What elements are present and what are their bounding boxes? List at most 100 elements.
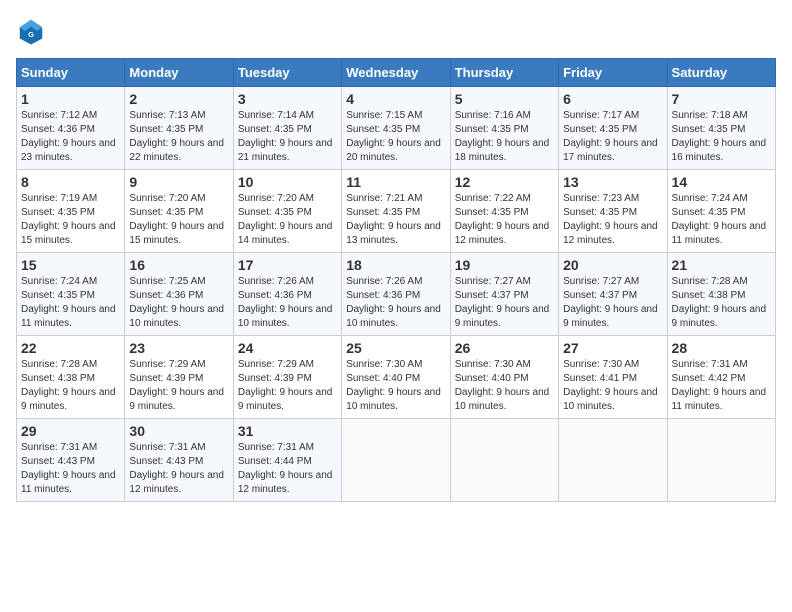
day-info: Sunrise: 7:31 AM Sunset: 4:43 PM Dayligh… <box>21 441 120 497</box>
day-number: 25 <box>346 340 445 356</box>
day-cell: 5Sunrise: 7:16 AM Sunset: 4:35 PM Daylig… <box>450 87 558 170</box>
day-cell: 15 Sunrise: 7:24 AM Sunset: 4:35 PM Dayli… <box>17 253 125 336</box>
day-number: 19 <box>455 257 554 273</box>
day-cell: 11Sunrise: 7:21 AM Sunset: 4:35 PM Dayli… <box>342 170 450 253</box>
day-number: 11 <box>346 174 445 190</box>
day-number: 15 <box>21 257 120 273</box>
day-info: Sunrise: 7:13 AM Sunset: 4:35 PM Dayligh… <box>129 109 228 165</box>
day-cell: 6 Sunrise: 7:17 AM Sunset: 4:35 PM Daylig… <box>559 87 667 170</box>
day-cell: 28 Sunrise: 7:31 AM Sunset: 4:42 PM Dayli… <box>667 336 775 419</box>
day-cell: 9 Sunrise: 7:20 AM Sunset: 4:35 PM Daylig… <box>125 170 233 253</box>
day-info: Sunrise: 7:31 AM Sunset: 4:44 PM Dayligh… <box>238 441 337 497</box>
day-info: Sunrise: 7:31 AM Sunset: 4:42 PM Dayligh… <box>672 358 771 414</box>
day-info: Sunrise: 7:26 AM Sunset: 4:36 PM Dayligh… <box>238 275 337 331</box>
day-cell: 10 Sunrise: 7:20 AM Sunset: 4:35 PM Dayli… <box>233 170 341 253</box>
day-number: 20 <box>563 257 662 273</box>
day-cell: 3Sunrise: 7:14 AM Sunset: 4:35 PM Daylig… <box>233 87 341 170</box>
day-number: 29 <box>21 423 120 439</box>
day-number: 3 <box>238 91 337 107</box>
day-cell: 12 Sunrise: 7:22 AM Sunset: 4:35 PM Dayli… <box>450 170 558 253</box>
day-cell: 4 Sunrise: 7:15 AM Sunset: 4:35 PM Daylig… <box>342 87 450 170</box>
day-number: 31 <box>238 423 337 439</box>
day-info: Sunrise: 7:20 AM Sunset: 4:35 PM Dayligh… <box>129 192 228 248</box>
week-row-3: 15 Sunrise: 7:24 AM Sunset: 4:35 PM Dayli… <box>17 253 776 336</box>
day-number: 2 <box>129 91 228 107</box>
day-cell <box>667 419 775 502</box>
day-number: 9 <box>129 174 228 190</box>
day-cell: 8 Sunrise: 7:19 AM Sunset: 4:35 PM Daylig… <box>17 170 125 253</box>
day-info: Sunrise: 7:27 AM Sunset: 4:37 PM Dayligh… <box>455 275 554 331</box>
day-info: Sunrise: 7:15 AM Sunset: 4:35 PM Dayligh… <box>346 109 445 165</box>
day-info: Sunrise: 7:18 AM Sunset: 4:35 PM Dayligh… <box>672 109 771 165</box>
col-header-wednesday: Wednesday <box>342 59 450 87</box>
col-header-thursday: Thursday <box>450 59 558 87</box>
day-cell: 1 Sunrise: 7:12 AM Sunset: 4:36 PM Daylig… <box>17 87 125 170</box>
day-number: 10 <box>238 174 337 190</box>
day-info: Sunrise: 7:19 AM Sunset: 4:35 PM Dayligh… <box>21 192 120 248</box>
day-number: 12 <box>455 174 554 190</box>
day-number: 6 <box>563 91 662 107</box>
day-number: 16 <box>129 257 228 273</box>
day-cell: 21Sunrise: 7:28 AM Sunset: 4:38 PM Dayli… <box>667 253 775 336</box>
day-number: 17 <box>238 257 337 273</box>
day-info: Sunrise: 7:29 AM Sunset: 4:39 PM Dayligh… <box>238 358 337 414</box>
day-cell: 16 Sunrise: 7:25 AM Sunset: 4:36 PM Dayli… <box>125 253 233 336</box>
logo: G <box>16 16 50 46</box>
day-info: Sunrise: 7:26 AM Sunset: 4:36 PM Dayligh… <box>346 275 445 331</box>
day-cell: 30 Sunrise: 7:31 AM Sunset: 4:43 PM Dayli… <box>125 419 233 502</box>
col-header-friday: Friday <box>559 59 667 87</box>
day-cell: 31 Sunrise: 7:31 AM Sunset: 4:44 PM Dayli… <box>233 419 341 502</box>
day-info: Sunrise: 7:23 AM Sunset: 4:35 PM Dayligh… <box>563 192 662 248</box>
day-number: 23 <box>129 340 228 356</box>
day-number: 30 <box>129 423 228 439</box>
day-cell: 2 Sunrise: 7:13 AM Sunset: 4:35 PM Daylig… <box>125 87 233 170</box>
col-header-sunday: Sunday <box>17 59 125 87</box>
svg-text:G: G <box>28 30 34 39</box>
day-info: Sunrise: 7:31 AM Sunset: 4:43 PM Dayligh… <box>129 441 228 497</box>
day-number: 8 <box>21 174 120 190</box>
day-info: Sunrise: 7:20 AM Sunset: 4:35 PM Dayligh… <box>238 192 337 248</box>
day-info: Sunrise: 7:16 AM Sunset: 4:35 PM Dayligh… <box>455 109 554 165</box>
day-info: Sunrise: 7:28 AM Sunset: 4:38 PM Dayligh… <box>21 358 120 414</box>
day-info: Sunrise: 7:30 AM Sunset: 4:40 PM Dayligh… <box>455 358 554 414</box>
day-info: Sunrise: 7:30 AM Sunset: 4:40 PM Dayligh… <box>346 358 445 414</box>
day-info: Sunrise: 7:25 AM Sunset: 4:36 PM Dayligh… <box>129 275 228 331</box>
day-cell: 25 Sunrise: 7:30 AM Sunset: 4:40 PM Dayli… <box>342 336 450 419</box>
day-cell: 26 Sunrise: 7:30 AM Sunset: 4:40 PM Dayli… <box>450 336 558 419</box>
header-row: SundayMondayTuesdayWednesdayThursdayFrid… <box>17 59 776 87</box>
day-info: Sunrise: 7:24 AM Sunset: 4:35 PM Dayligh… <box>672 192 771 248</box>
day-cell <box>559 419 667 502</box>
col-header-tuesday: Tuesday <box>233 59 341 87</box>
day-info: Sunrise: 7:12 AM Sunset: 4:36 PM Dayligh… <box>21 109 120 165</box>
day-info: Sunrise: 7:27 AM Sunset: 4:37 PM Dayligh… <box>563 275 662 331</box>
day-cell: 17 Sunrise: 7:26 AM Sunset: 4:36 PM Dayli… <box>233 253 341 336</box>
day-number: 13 <box>563 174 662 190</box>
header-section: G <box>16 16 776 46</box>
day-cell: 19 Sunrise: 7:27 AM Sunset: 4:37 PM Dayli… <box>450 253 558 336</box>
day-number: 28 <box>672 340 771 356</box>
calendar-table: SundayMondayTuesdayWednesdayThursdayFrid… <box>16 58 776 502</box>
day-number: 27 <box>563 340 662 356</box>
day-cell: 14Sunrise: 7:24 AM Sunset: 4:35 PM Dayli… <box>667 170 775 253</box>
day-number: 26 <box>455 340 554 356</box>
day-info: Sunrise: 7:24 AM Sunset: 4:35 PM Dayligh… <box>21 275 120 331</box>
day-number: 24 <box>238 340 337 356</box>
day-info: Sunrise: 7:29 AM Sunset: 4:39 PM Dayligh… <box>129 358 228 414</box>
day-cell <box>450 419 558 502</box>
day-info: Sunrise: 7:17 AM Sunset: 4:35 PM Dayligh… <box>563 109 662 165</box>
day-cell: 29 Sunrise: 7:31 AM Sunset: 4:43 PM Dayli… <box>17 419 125 502</box>
week-row-2: 8 Sunrise: 7:19 AM Sunset: 4:35 PM Daylig… <box>17 170 776 253</box>
day-cell: 24 Sunrise: 7:29 AM Sunset: 4:39 PM Dayli… <box>233 336 341 419</box>
day-number: 4 <box>346 91 445 107</box>
day-number: 1 <box>21 91 120 107</box>
day-cell: 13 Sunrise: 7:23 AM Sunset: 4:35 PM Dayli… <box>559 170 667 253</box>
col-header-monday: Monday <box>125 59 233 87</box>
day-cell: 22Sunrise: 7:28 AM Sunset: 4:38 PM Dayli… <box>17 336 125 419</box>
day-cell: 27Sunrise: 7:30 AM Sunset: 4:41 PM Dayli… <box>559 336 667 419</box>
day-info: Sunrise: 7:28 AM Sunset: 4:38 PM Dayligh… <box>672 275 771 331</box>
day-info: Sunrise: 7:22 AM Sunset: 4:35 PM Dayligh… <box>455 192 554 248</box>
week-row-1: 1 Sunrise: 7:12 AM Sunset: 4:36 PM Daylig… <box>17 87 776 170</box>
day-number: 18 <box>346 257 445 273</box>
col-header-saturday: Saturday <box>667 59 775 87</box>
day-cell: 23 Sunrise: 7:29 AM Sunset: 4:39 PM Dayli… <box>125 336 233 419</box>
